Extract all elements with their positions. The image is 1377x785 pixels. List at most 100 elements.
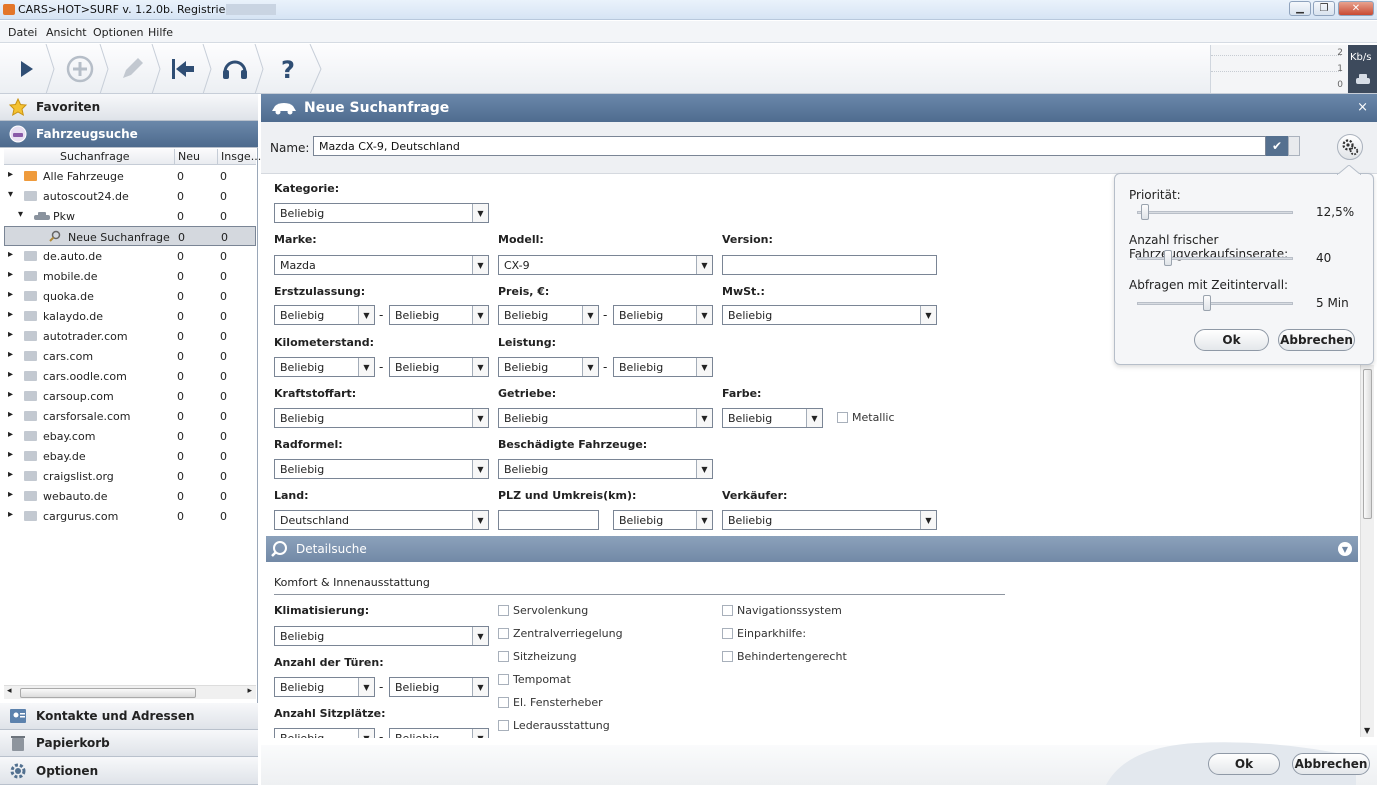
collapsed-chevron-icon[interactable]: ▸ bbox=[8, 429, 13, 440]
collapsed-chevron-icon[interactable]: ▸ bbox=[8, 309, 13, 320]
tree-row[interactable]: ▸ ebay.de 0 0 bbox=[4, 446, 256, 466]
checkbox-box[interactable] bbox=[722, 651, 733, 662]
checkbox-box[interactable] bbox=[498, 651, 509, 662]
form-vscroll-thumb[interactable] bbox=[1363, 369, 1372, 519]
tree-row[interactable]: Neue Suchanfrage 0 0 bbox=[4, 226, 256, 246]
select-umkreis[interactable]: Beliebig ▼ bbox=[613, 510, 713, 530]
name-input[interactable]: Mazda CX-9, Deutschland bbox=[313, 136, 1266, 156]
menu-datei[interactable]: Datei bbox=[8, 26, 37, 39]
checkbox-checks_col1-5[interactable]: Lederausstattung bbox=[498, 719, 610, 732]
tree-row[interactable]: ▸ kalaydo.de 0 0 bbox=[4, 306, 256, 326]
select-km-bis[interactable]: Beliebig ▼ bbox=[389, 357, 489, 377]
select-leistung-bis[interactable]: Beliebig ▼ bbox=[613, 357, 713, 377]
select-mwst[interactable]: Beliebig ▼ bbox=[722, 305, 937, 325]
select-tueren-bis[interactable]: Beliebig ▼ bbox=[389, 677, 489, 697]
col-insgesamt[interactable]: Insge... bbox=[221, 150, 261, 163]
scroll-left-icon[interactable]: ◂ bbox=[7, 686, 12, 696]
collapsed-chevron-icon[interactable]: ▸ bbox=[8, 469, 13, 480]
ok-button[interactable]: Ok bbox=[1208, 753, 1280, 775]
select-kategorie[interactable]: Beliebig ▼ bbox=[274, 203, 489, 223]
priority-slider-thumb[interactable] bbox=[1140, 204, 1149, 220]
scroll-right-icon[interactable]: ▸ bbox=[247, 686, 252, 696]
select-kraftstoffart[interactable]: Beliebig ▼ bbox=[274, 408, 489, 428]
restore-icon[interactable]: ❐ bbox=[1313, 1, 1335, 16]
collapsed-chevron-icon[interactable]: ▸ bbox=[8, 369, 13, 380]
checkbox-checks_col2-2[interactable]: Behindertengerecht bbox=[722, 650, 847, 663]
tree-row[interactable]: ▸ carsoup.com 0 0 bbox=[4, 386, 256, 406]
help-button[interactable]: ? bbox=[262, 44, 314, 94]
select-marke[interactable]: Mazda ▼ bbox=[274, 255, 489, 275]
tree-row[interactable]: ▸ cars.com 0 0 bbox=[4, 346, 256, 366]
collapsed-chevron-icon[interactable]: ▸ bbox=[8, 449, 13, 460]
menu-ansicht[interactable]: Ansicht bbox=[46, 26, 87, 39]
detail-search-bar[interactable]: Detailsuche ▼ bbox=[266, 536, 1358, 562]
checkbox-checks_col1-4[interactable]: El. Fensterheber bbox=[498, 696, 603, 709]
fresh-slider-thumb[interactable] bbox=[1164, 250, 1173, 266]
interval-slider[interactable] bbox=[1137, 302, 1293, 305]
col-suchanfrage[interactable]: Suchanfrage bbox=[60, 150, 130, 163]
cancel-button[interactable]: Abbrechen bbox=[1292, 753, 1370, 775]
select-sitz-von[interactable]: Beliebig▼ bbox=[274, 728, 375, 738]
checkbox-box[interactable] bbox=[498, 674, 509, 685]
tree-hscroll-thumb[interactable] bbox=[20, 688, 196, 698]
priority-slider[interactable] bbox=[1137, 211, 1293, 214]
checkbox-metallic[interactable]: Metallic bbox=[837, 411, 895, 424]
contacts-section[interactable]: Kontakte und Adressen bbox=[0, 703, 258, 730]
select-land[interactable]: Deutschland ▼ bbox=[274, 510, 489, 530]
tree-row[interactable]: ▸ webauto.de 0 0 bbox=[4, 486, 256, 506]
select-erstzulassung-bis[interactable]: Beliebig ▼ bbox=[389, 305, 489, 325]
select-klimatisierung[interactable]: Beliebig ▼ bbox=[274, 626, 489, 646]
popup-ok-button[interactable]: Ok bbox=[1194, 329, 1269, 351]
select-sitz-bis[interactable]: Beliebig▼ bbox=[389, 728, 489, 738]
tree-row[interactable]: ▸ carsforsale.com 0 0 bbox=[4, 406, 256, 426]
select-modell[interactable]: CX-9 ▼ bbox=[498, 255, 713, 275]
options-section[interactable]: Optionen bbox=[0, 757, 258, 785]
close-icon[interactable]: × bbox=[1357, 100, 1368, 115]
tree-row[interactable]: ▾ autoscout24.de 0 0 bbox=[4, 186, 256, 206]
checkbox-box[interactable] bbox=[722, 628, 733, 639]
collapsed-chevron-icon[interactable]: ▸ bbox=[8, 509, 13, 520]
collapsed-chevron-icon[interactable]: ▸ bbox=[8, 389, 13, 400]
close-icon[interactable]: ✕ bbox=[1338, 1, 1374, 16]
confirm-check-icon[interactable]: ✔ bbox=[1266, 136, 1288, 156]
expanded-chevron-icon[interactable]: ▾ bbox=[18, 209, 23, 220]
tree-row[interactable]: ▸ ebay.com 0 0 bbox=[4, 426, 256, 446]
select-tueren-von[interactable]: Beliebig ▼ bbox=[274, 677, 375, 697]
minimize-icon[interactable]: ▁ bbox=[1289, 1, 1311, 16]
form-vscrollbar[interactable]: ▼ bbox=[1360, 365, 1374, 737]
tree-row[interactable]: ▾ Pkw 0 0 bbox=[4, 206, 256, 226]
trash-section[interactable]: Papierkorb bbox=[0, 730, 258, 757]
collapsed-chevron-icon[interactable]: ▸ bbox=[8, 329, 13, 340]
collapsed-chevron-icon[interactable]: ▸ bbox=[8, 349, 13, 360]
menu-optionen[interactable]: Optionen bbox=[93, 26, 143, 39]
select-getriebe[interactable]: Beliebig ▼ bbox=[498, 408, 713, 428]
collapsed-chevron-icon[interactable]: ▸ bbox=[8, 169, 13, 180]
tree-hscrollbar[interactable]: ◂ ▸ bbox=[4, 685, 256, 699]
checkbox-checks_col1-0[interactable]: Servolenkung bbox=[498, 604, 588, 617]
select-preis-bis[interactable]: Beliebig ▼ bbox=[613, 305, 713, 325]
select-km-von[interactable]: Beliebig ▼ bbox=[274, 357, 375, 377]
collapsed-chevron-icon[interactable]: ▸ bbox=[8, 289, 13, 300]
collapsed-chevron-icon[interactable]: ▸ bbox=[8, 489, 13, 500]
expanded-chevron-icon[interactable]: ▾ bbox=[8, 189, 13, 200]
expand-chevron-icon[interactable]: ▼ bbox=[1338, 542, 1352, 556]
popup-cancel-button[interactable]: Abbrechen bbox=[1278, 329, 1355, 351]
input-version[interactable] bbox=[722, 255, 937, 275]
tree-row[interactable]: ▸ de.auto.de 0 0 bbox=[4, 246, 256, 266]
input-plz[interactable] bbox=[498, 510, 599, 530]
checkbox-checks_col1-3[interactable]: Tempomat bbox=[498, 673, 571, 686]
favorites-section[interactable]: Favoriten bbox=[0, 94, 258, 121]
checkbox-checks_col2-0[interactable]: Navigationssystem bbox=[722, 604, 842, 617]
checkbox-box[interactable] bbox=[498, 605, 509, 616]
tree-row[interactable]: ▸ mobile.de 0 0 bbox=[4, 266, 256, 286]
checkbox-box[interactable] bbox=[722, 605, 733, 616]
settings-button[interactable] bbox=[1337, 134, 1363, 160]
checkbox-box[interactable] bbox=[498, 720, 509, 731]
interval-slider-thumb[interactable] bbox=[1203, 295, 1212, 311]
tree-row[interactable]: ▸ cargurus.com 0 0 bbox=[4, 506, 256, 526]
select-preis-von[interactable]: Beliebig ▼ bbox=[498, 305, 599, 325]
fresh-slider[interactable] bbox=[1137, 257, 1293, 260]
tree-row[interactable]: ▸ cars.oodle.com 0 0 bbox=[4, 366, 256, 386]
select-beschaedigt[interactable]: Beliebig ▼ bbox=[498, 459, 713, 479]
collapsed-chevron-icon[interactable]: ▸ bbox=[8, 249, 13, 260]
